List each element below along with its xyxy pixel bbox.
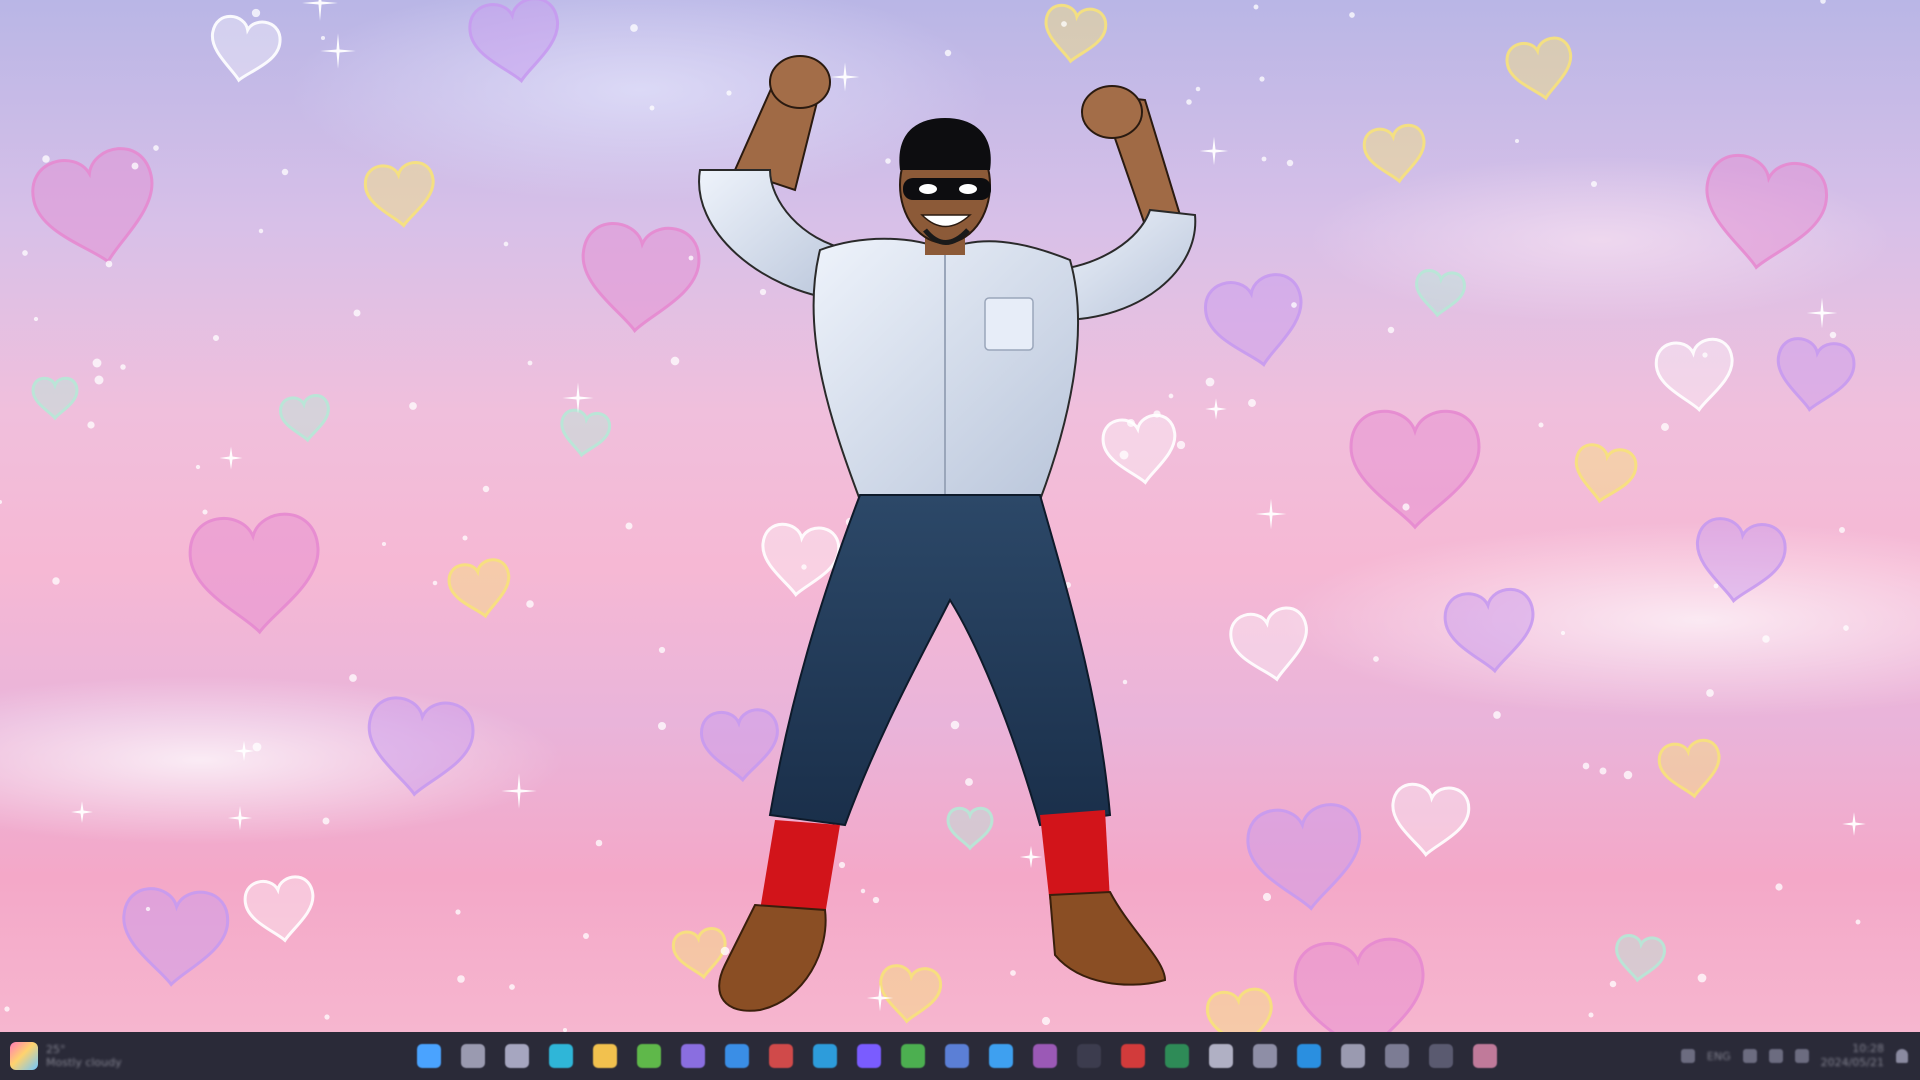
app-10[interactable] bbox=[806, 1037, 844, 1075]
app-11[interactable] bbox=[850, 1037, 888, 1075]
chrome-app[interactable] bbox=[630, 1037, 668, 1075]
explorer-app[interactable] bbox=[586, 1037, 624, 1075]
app-14[interactable] bbox=[982, 1037, 1020, 1075]
clock-time: 10:28 bbox=[1852, 1042, 1884, 1055]
weather-temp: 25° bbox=[46, 1043, 66, 1056]
chrome-icon bbox=[637, 1044, 661, 1068]
weather-condition: Mostly cloudy bbox=[46, 1056, 122, 1069]
eye-mask bbox=[903, 178, 991, 200]
weather-icon bbox=[10, 1042, 38, 1070]
edge-icon bbox=[549, 1044, 573, 1068]
app-icon bbox=[857, 1044, 881, 1068]
app-icon bbox=[1429, 1044, 1453, 1068]
app-icon bbox=[813, 1044, 837, 1068]
desktop-wallpaper bbox=[0, 0, 1920, 1032]
clock-date: 2024/05/21 bbox=[1820, 1056, 1884, 1069]
app-icon bbox=[1385, 1044, 1409, 1068]
right-shoe bbox=[1048, 890, 1167, 986]
app-icon bbox=[1121, 1044, 1145, 1068]
app-15[interactable] bbox=[1026, 1037, 1064, 1075]
left-sock bbox=[760, 820, 840, 915]
vscode-app[interactable] bbox=[1290, 1037, 1328, 1075]
vscode-icon bbox=[1297, 1044, 1321, 1068]
app-icon bbox=[769, 1044, 793, 1068]
folder-icon bbox=[593, 1044, 617, 1068]
taskbar-apps bbox=[410, 1036, 1504, 1076]
taskbar: 25° Mostly cloudy ENG 10:28 2024/05/21 bbox=[0, 1032, 1920, 1080]
app-25[interactable] bbox=[1466, 1037, 1504, 1075]
app-23[interactable] bbox=[1378, 1037, 1416, 1075]
notification-icon[interactable] bbox=[1896, 1049, 1908, 1063]
app-13[interactable] bbox=[938, 1037, 976, 1075]
left-fist bbox=[769, 55, 831, 109]
app-icon bbox=[901, 1044, 925, 1068]
beanie bbox=[899, 118, 991, 170]
app-icon bbox=[1253, 1044, 1277, 1068]
clock[interactable]: 10:28 2024/05/21 bbox=[1821, 1042, 1884, 1070]
app-9[interactable] bbox=[762, 1037, 800, 1075]
start-button[interactable] bbox=[410, 1037, 448, 1075]
app-icon bbox=[681, 1044, 705, 1068]
language-indicator[interactable]: ENG bbox=[1707, 1050, 1731, 1063]
edge-app[interactable] bbox=[542, 1037, 580, 1075]
app-icon bbox=[1165, 1044, 1189, 1068]
app-19[interactable] bbox=[1202, 1037, 1240, 1075]
wifi-icon[interactable] bbox=[1742, 1049, 1757, 1063]
system-tray: ENG 10:28 2024/05/21 bbox=[1680, 1036, 1908, 1076]
app-icon bbox=[989, 1044, 1013, 1068]
left-shoe bbox=[718, 903, 827, 1012]
settings-app[interactable] bbox=[1334, 1037, 1372, 1075]
app-20[interactable] bbox=[1246, 1037, 1284, 1075]
app-12[interactable] bbox=[894, 1037, 932, 1075]
desktop-character bbox=[698, 55, 1197, 1012]
weather-widget[interactable]: 25° Mostly cloudy bbox=[10, 1038, 130, 1074]
app-17[interactable] bbox=[1114, 1037, 1152, 1075]
search-button[interactable] bbox=[454, 1037, 492, 1075]
chat-icon bbox=[505, 1044, 529, 1068]
jeans bbox=[768, 494, 1112, 827]
app-icon bbox=[1077, 1044, 1101, 1068]
app-24[interactable] bbox=[1422, 1037, 1460, 1075]
chat-app[interactable] bbox=[498, 1037, 536, 1075]
app-16[interactable] bbox=[1070, 1037, 1108, 1075]
app-icon bbox=[1033, 1044, 1057, 1068]
app-18[interactable] bbox=[1158, 1037, 1196, 1075]
app-icon bbox=[1473, 1044, 1497, 1068]
right-sock bbox=[1040, 810, 1110, 905]
app-icon bbox=[945, 1044, 969, 1068]
store-app[interactable] bbox=[718, 1037, 756, 1075]
battery-icon[interactable] bbox=[1794, 1049, 1809, 1063]
store-icon bbox=[725, 1044, 749, 1068]
windows-icon bbox=[417, 1044, 441, 1068]
right-fist bbox=[1081, 85, 1143, 139]
app-7[interactable] bbox=[674, 1037, 712, 1075]
app-icon bbox=[1209, 1044, 1233, 1068]
volume-icon[interactable] bbox=[1768, 1049, 1783, 1063]
search-icon bbox=[461, 1044, 485, 1068]
shirt-pocket bbox=[984, 297, 1034, 351]
gear-icon bbox=[1341, 1044, 1365, 1068]
chevron-up-icon[interactable] bbox=[1680, 1049, 1695, 1063]
